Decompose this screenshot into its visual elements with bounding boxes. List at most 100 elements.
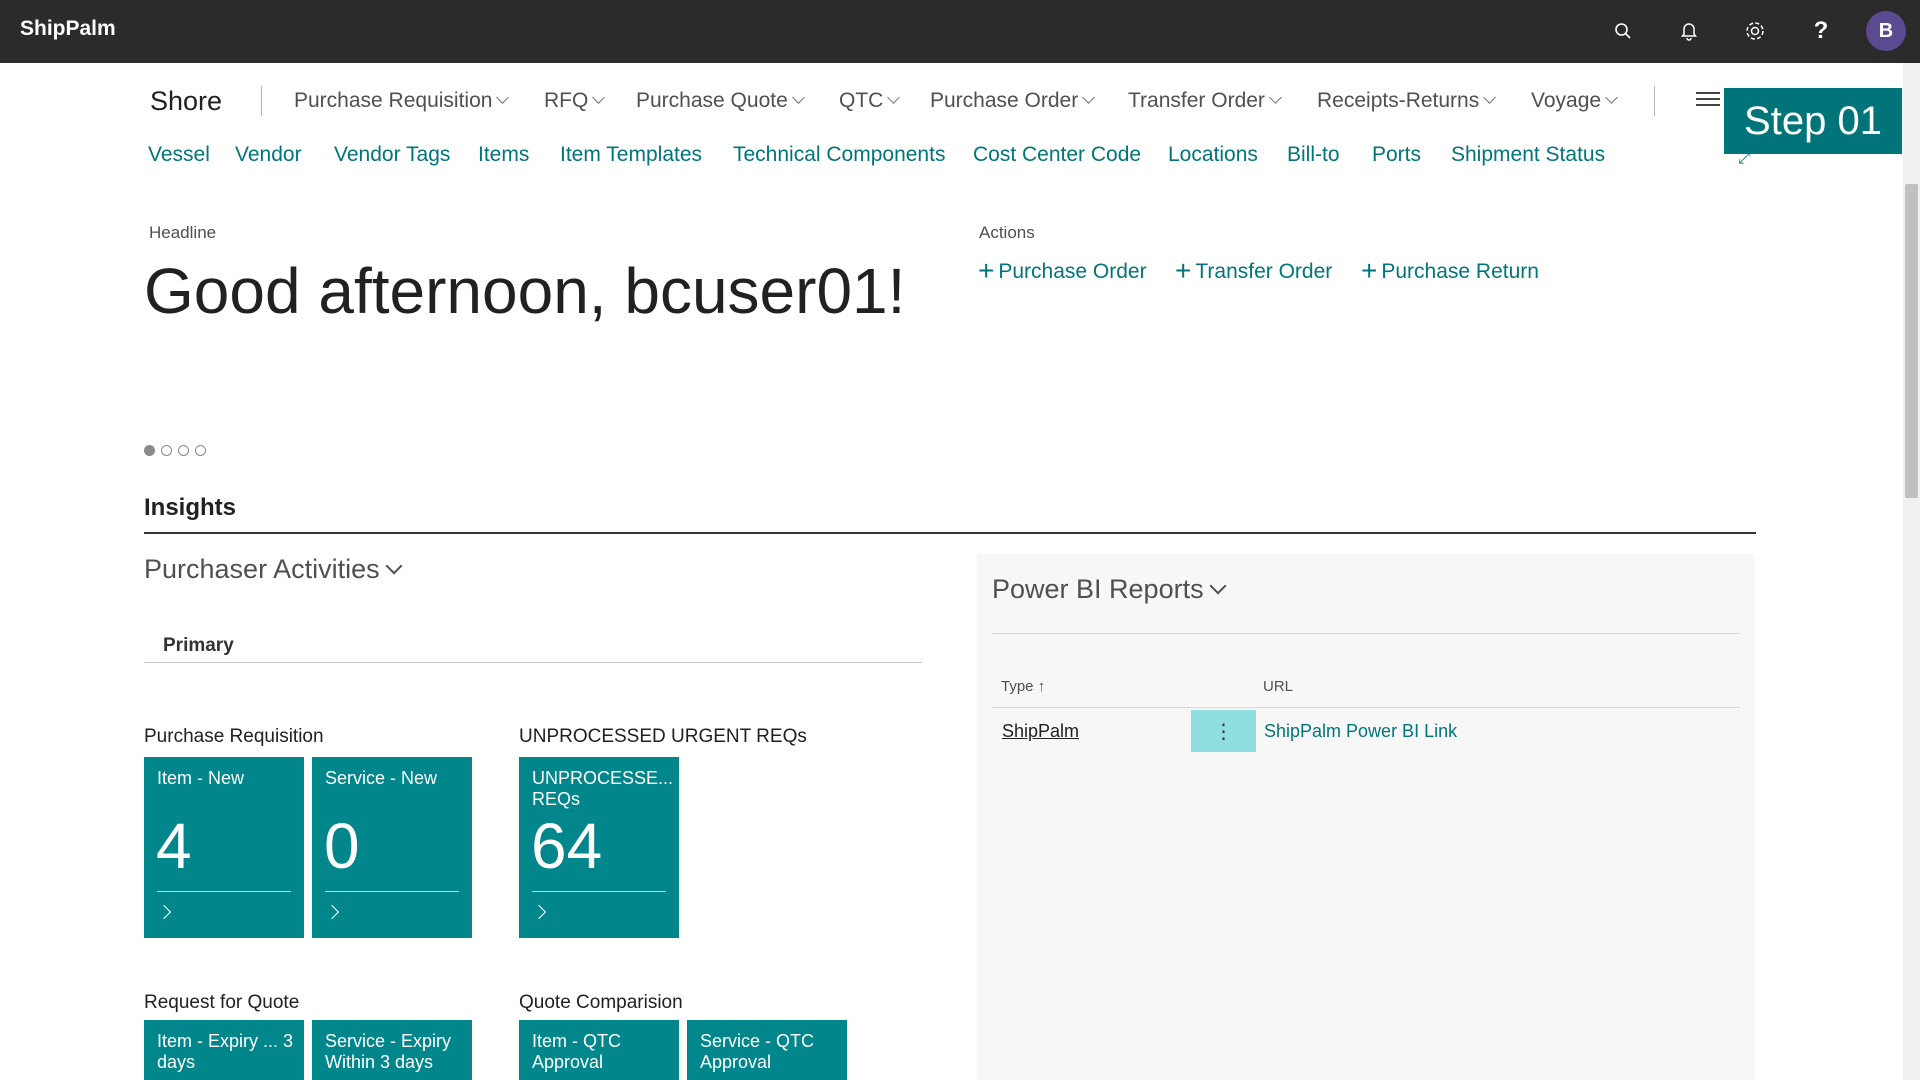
primary-tab: Primary xyxy=(163,635,234,656)
tile-unprocessed-reqs[interactable]: UNPROCESSE... REQs 64 xyxy=(519,757,679,938)
nav-link-vendor-tags[interactable]: Vendor Tags xyxy=(334,143,450,167)
pager-dot[interactable] xyxy=(178,445,189,456)
scrollbar-thumb[interactable] xyxy=(1905,184,1918,498)
tile-service-expiry[interactable]: Service - Expiry Within 3 days xyxy=(312,1020,472,1080)
nav-divider xyxy=(1654,86,1655,116)
chevron-down-icon xyxy=(887,91,901,104)
search-icon[interactable] xyxy=(1608,16,1638,46)
plus-icon: + xyxy=(1361,255,1378,286)
nav-menu-label: RFQ xyxy=(544,89,589,112)
tile-label: Item - Expiry ... 3 days xyxy=(157,1031,294,1072)
column-header-type[interactable]: Type ↑ xyxy=(1001,678,1045,695)
tile-label: Item - QTC Approval xyxy=(532,1031,621,1072)
nav-link-locations[interactable]: Locations xyxy=(1168,143,1258,167)
tile-value: 4 xyxy=(156,810,192,882)
nav-menu-voyage[interactable]: Voyage xyxy=(1531,89,1618,113)
chevron-down-icon xyxy=(385,557,403,575)
action-new-purchase-return[interactable]: + Purchase Return xyxy=(1361,253,1539,286)
headline-label: Headline xyxy=(149,223,217,242)
chevron-right-icon xyxy=(156,904,172,920)
nav-menu-qtc[interactable]: QTC xyxy=(839,89,901,113)
tile-item-new[interactable]: Item - New 4 xyxy=(144,757,304,938)
insights-title: Insights xyxy=(144,494,237,521)
group-title-quote-comparison: Quote Comparision xyxy=(519,992,683,1013)
tile-divider xyxy=(325,891,459,892)
pager-dot[interactable] xyxy=(195,445,206,456)
purchaser-activities-title[interactable]: Purchaser Activities xyxy=(144,554,403,585)
tile-item-expiry[interactable]: Item - Expiry ... 3 days xyxy=(144,1020,304,1080)
group-title-purchase-requisition: Purchase Requisition xyxy=(144,726,324,747)
primary-divider xyxy=(144,662,922,663)
chevron-down-icon xyxy=(791,91,805,104)
chevron-down-icon xyxy=(1605,91,1618,104)
nav-link-bill-to[interactable]: Bill-to xyxy=(1287,143,1340,167)
section-title-label: Power BI Reports xyxy=(992,574,1204,604)
nav-menu-label: Purchase Requisition xyxy=(294,89,493,112)
gear-icon[interactable] xyxy=(1740,16,1770,46)
nav-menu-purchase-requisition[interactable]: Purchase Requisition xyxy=(294,89,510,113)
row-url-link[interactable]: ShipPalm Power BI Link xyxy=(1264,721,1457,742)
nav-link-item-templates[interactable]: Item Templates xyxy=(560,143,702,167)
pager-dot[interactable] xyxy=(161,445,172,456)
power-bi-divider xyxy=(992,633,1740,634)
nav-divider xyxy=(261,86,262,116)
plus-icon: + xyxy=(1175,255,1192,286)
tile-value: 0 xyxy=(324,810,360,882)
nav-link-cost-center-code[interactable]: Cost Center Code xyxy=(973,143,1141,167)
tile-label: Item - New xyxy=(157,768,245,788)
tile-item-qtc-approval[interactable]: Item - QTC Approval xyxy=(519,1020,679,1080)
nav-link-items[interactable]: Items xyxy=(478,143,529,167)
step-badge: Step 01 xyxy=(1724,88,1902,154)
action-new-transfer-order[interactable]: + Transfer Order xyxy=(1175,253,1333,286)
chevron-down-icon xyxy=(496,91,510,104)
plus-icon: + xyxy=(978,255,995,286)
nav-menu-transfer-order[interactable]: Transfer Order xyxy=(1128,89,1282,113)
nav-menu-receipts-returns[interactable]: Receipts-Returns xyxy=(1317,89,1497,113)
nav-link-technical-components[interactable]: Technical Components xyxy=(733,143,945,167)
headline-pager xyxy=(144,445,206,456)
app-brand[interactable]: ShipPalm xyxy=(20,17,116,41)
nav-link-vessel[interactable]: Vessel xyxy=(148,143,210,167)
tile-service-qtc-approval[interactable]: Service - QTC Approval xyxy=(687,1020,847,1080)
action-new-purchase-order[interactable]: + Purchase Order xyxy=(978,253,1147,286)
nav-link-shipment-status[interactable]: Shipment Status xyxy=(1451,143,1605,167)
table-header-divider xyxy=(992,707,1740,708)
action-label: Transfer Order xyxy=(1195,260,1333,283)
row-menu-button[interactable]: ⋮ xyxy=(1191,710,1256,752)
nav-link-ports[interactable]: Ports xyxy=(1372,143,1421,167)
tile-divider xyxy=(532,891,666,892)
nav-menu-label: Transfer Order xyxy=(1128,89,1265,112)
tile-value: 64 xyxy=(531,810,603,882)
pager-dot[interactable] xyxy=(144,445,155,456)
nav-link-vendor[interactable]: Vendor xyxy=(235,143,302,167)
bell-icon[interactable] xyxy=(1674,16,1704,46)
nav-menu-rfq[interactable]: RFQ xyxy=(544,89,606,113)
tile-service-new[interactable]: Service - New 0 xyxy=(312,757,472,938)
chevron-down-icon xyxy=(1269,91,1282,104)
nav-menu-label: Purchase Order xyxy=(930,89,1079,112)
power-bi-reports-title[interactable]: Power BI Reports xyxy=(992,574,1227,605)
hamburger-menu-icon[interactable] xyxy=(1696,92,1720,108)
expand-icon[interactable]: ⤢ xyxy=(1738,150,1751,168)
greeting-headline: Good afternoon, bcuser01! xyxy=(144,255,906,327)
nav-menu-purchase-order[interactable]: Purchase Order xyxy=(930,89,1096,113)
row-type-link[interactable]: ShipPalm xyxy=(1002,721,1079,742)
sort-ascending-icon: ↑ xyxy=(1037,678,1046,695)
chevron-down-icon xyxy=(1483,91,1497,104)
action-label: Purchase Order xyxy=(998,260,1147,283)
tile-label: Service - New xyxy=(325,768,438,788)
actions-label: Actions xyxy=(979,223,1035,242)
role-center-title: Shore xyxy=(150,86,223,116)
group-title-unprocessed-urgent: UNPROCESSED URGENT REQs xyxy=(519,726,807,747)
tile-label: Service - Expiry Within 3 days xyxy=(325,1031,452,1072)
nav-menu-label: Purchase Quote xyxy=(636,89,788,112)
section-title-label: Purchaser Activities xyxy=(144,554,380,584)
avatar[interactable]: B xyxy=(1866,11,1906,51)
help-icon[interactable]: ? xyxy=(1806,16,1836,46)
nav-menu-purchase-quote[interactable]: Purchase Quote xyxy=(636,89,805,113)
chevron-down-icon xyxy=(1082,91,1096,104)
nav-menu-label: Receipts-Returns xyxy=(1317,89,1480,112)
column-header-url[interactable]: URL xyxy=(1263,678,1293,695)
nav-menu-label: QTC xyxy=(839,89,884,112)
column-header-label: Type xyxy=(1001,678,1034,695)
